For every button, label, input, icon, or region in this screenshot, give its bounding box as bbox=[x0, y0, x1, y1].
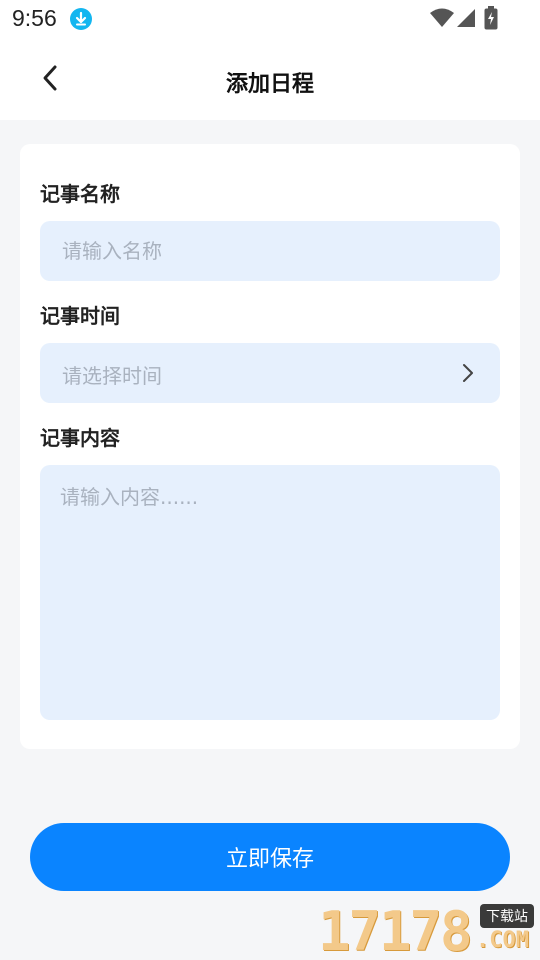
watermark-number: 17178 bbox=[318, 900, 473, 960]
wifi-icon bbox=[430, 8, 454, 32]
time-label: 记事时间 bbox=[40, 304, 120, 328]
content-textarea[interactable] bbox=[40, 465, 500, 720]
name-label: 记事名称 bbox=[40, 182, 120, 206]
watermark-badge: 下载站 bbox=[480, 904, 534, 928]
battery-icon bbox=[484, 6, 498, 34]
status-bar: 9:56 bbox=[0, 0, 540, 38]
watermark-logo: 17178 下载站 .COM bbox=[318, 898, 540, 960]
form-card: 记事名称 记事时间 请选择时间 记事内容 bbox=[20, 144, 520, 749]
time-picker[interactable]: 请选择时间 bbox=[40, 343, 500, 403]
name-input[interactable] bbox=[40, 221, 500, 281]
chevron-right-icon bbox=[462, 363, 474, 388]
download-icon bbox=[70, 8, 92, 30]
watermark-domain: .COM bbox=[476, 928, 529, 953]
page-title: 添加日程 bbox=[225, 72, 314, 97]
content-label: 记事内容 bbox=[40, 426, 120, 450]
status-time: 9:56 bbox=[12, 5, 57, 31]
save-button[interactable]: 立即保存 bbox=[30, 823, 510, 891]
app-header: 添加日程 bbox=[0, 38, 540, 120]
time-placeholder: 请选择时间 bbox=[62, 364, 162, 388]
signal-icon bbox=[456, 8, 476, 32]
